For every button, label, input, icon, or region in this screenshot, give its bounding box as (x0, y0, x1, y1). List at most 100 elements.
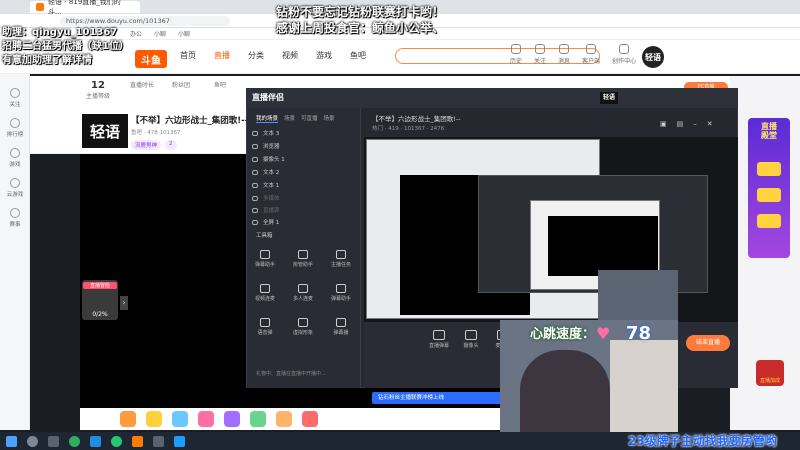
gift-icon[interactable] (198, 411, 214, 427)
browser-tab[interactable]: 轻语 - 819直播_我们的斗... (30, 0, 140, 16)
windows-start-icon[interactable] (6, 435, 17, 447)
live-bonus-badge[interactable]: 直播加成 (756, 360, 784, 386)
tool-button[interactable]: 弹幕播 (324, 318, 358, 336)
settings-icon[interactable]: ▤ (677, 120, 684, 128)
nav-home[interactable]: 首页 (180, 50, 196, 61)
client-button[interactable]: 客户端 (582, 44, 600, 65)
chevron-right-icon[interactable]: › (120, 296, 128, 310)
layer-item[interactable]: 直播源 (252, 206, 280, 214)
lock-icon[interactable]: ▣ (660, 120, 667, 128)
sidebar-item-game[interactable]: 游戏 (0, 148, 30, 168)
eye-icon[interactable] (252, 219, 258, 225)
tool-button[interactable]: 视频连麦 (248, 284, 282, 302)
room-tag[interactable]: 2 (165, 140, 177, 150)
tab-scene-2[interactable]: 场景 (324, 114, 335, 123)
url-field[interactable]: https://www.douyu.com/101367 (60, 15, 230, 26)
minimize-icon[interactable]: – (693, 120, 697, 128)
gift-icon[interactable] (250, 411, 266, 427)
close-icon[interactable]: ✕ (707, 120, 713, 128)
layer-item[interactable]: 文本 3 (252, 129, 279, 137)
gift-icon[interactable] (146, 411, 162, 427)
tab-live[interactable]: 可直播 (301, 114, 318, 123)
tab-my-scene[interactable]: 我的场景 (256, 114, 279, 123)
clock-icon (511, 44, 521, 54)
layer-item[interactable]: 多媒体 (252, 194, 280, 202)
heart-icon (10, 88, 20, 98)
eye-icon[interactable] (252, 130, 258, 136)
tool-icon (260, 318, 270, 327)
companion-room-meta: 热门 · 419 · 101367 · 2476 (372, 126, 445, 132)
overlay-left-text: 助理：qingyu_101367 招聘二台猛男代播（缺1位） 有意加助理了解详情 (2, 27, 129, 66)
tool-button[interactable]: 虚拟形象 (286, 318, 320, 336)
tool-icon (298, 284, 308, 293)
task-view-icon[interactable] (48, 435, 59, 447)
room-tag[interactable]: 流鹿男神 (131, 140, 162, 150)
streamer-thumbnail[interactable]: 轻语 (82, 114, 128, 148)
edit-icon (619, 44, 630, 54)
nav-game[interactable]: 游戏 (316, 50, 332, 61)
eye-icon[interactable] (252, 143, 258, 149)
nav-yuba[interactable]: 鱼吧 (350, 50, 366, 61)
tool-button[interactable]: 主播任务 (324, 250, 358, 268)
eye-icon[interactable] (252, 182, 258, 188)
companion-room-title: 【不举】六边形战士_集团歌!-- (372, 115, 461, 123)
gift-activity-box[interactable]: 直播冒险 0/2% (82, 280, 118, 320)
layer-item[interactable]: 文本 1 (252, 181, 279, 189)
history-button[interactable]: 历史 (510, 44, 522, 65)
tab-scene[interactable]: 场景 (284, 114, 295, 123)
promo-card[interactable]: 直播 殿堂 (748, 118, 790, 258)
nav-video[interactable]: 视频 (282, 50, 298, 61)
tool-icon (260, 250, 270, 259)
layer-item[interactable]: 摄像头 1 (252, 155, 285, 163)
douyu-logo[interactable]: 斗鱼 (135, 50, 167, 68)
sidebar-item-cloud[interactable]: 云游戏 (0, 178, 30, 198)
gift-icon[interactable] (120, 411, 136, 427)
message-button[interactable]: 消息 (558, 44, 570, 65)
sidebar-item-rank[interactable]: 排行榜 (0, 118, 30, 138)
room-tags: 流鹿男神 2 (131, 140, 177, 150)
bookmark-item[interactable]: 办公 (130, 29, 142, 38)
user-avatar[interactable]: 轻语 (642, 46, 664, 68)
eye-icon[interactable] (252, 156, 258, 162)
douyu-icon[interactable] (132, 435, 143, 447)
search-icon[interactable] (27, 435, 38, 447)
danmaku-button[interactable]: 直播弹幕 (424, 330, 454, 349)
camera-button[interactable]: 摄像头 (456, 330, 486, 349)
stat-duration: 直播时长 (130, 82, 155, 89)
tool-button[interactable]: 房管助手 (286, 250, 320, 268)
bookmark-item[interactable]: 小聊 (154, 29, 166, 38)
eye-icon[interactable] (252, 207, 258, 213)
browser-icon[interactable] (69, 435, 80, 447)
steam-icon[interactable] (174, 435, 185, 447)
gift-icon[interactable] (276, 411, 292, 427)
tool-button[interactable]: 语音弹 (248, 318, 282, 336)
app-icon[interactable] (90, 435, 101, 447)
wechat-icon[interactable] (111, 435, 122, 447)
gift-icon[interactable] (302, 411, 318, 427)
trophy-icon (757, 214, 781, 228)
sidebar-item-follow[interactable]: 关注 (0, 88, 30, 108)
bookmark-item[interactable]: 小聊 (178, 29, 190, 38)
layer-item[interactable]: 全屏 1 (252, 218, 279, 226)
tool-button[interactable]: 弹幕助手 (324, 284, 358, 302)
league-banner[interactable]: 钻石粉丝主播联赛冲榜上线 (372, 392, 502, 404)
nav-live[interactable]: 直播 (214, 50, 230, 61)
tool-button[interactable]: 多人连麦 (286, 284, 320, 302)
layer-item[interactable]: 浏览器 (252, 142, 280, 150)
app-icon[interactable] (153, 435, 164, 447)
layer-item[interactable]: 文本 2 (252, 168, 279, 176)
companion-avatar[interactable]: 轻语 (600, 92, 618, 104)
gift-icon[interactable] (172, 411, 188, 427)
gift-icon[interactable] (224, 411, 240, 427)
nav-category[interactable]: 分类 (248, 50, 264, 61)
stop-live-button[interactable]: 结束直播 (686, 335, 730, 351)
nested-video-capture-2 (548, 216, 658, 276)
follow-button[interactable]: 关注 (534, 44, 546, 65)
gift-activity-value: 0/2% (92, 311, 108, 318)
eye-icon[interactable] (252, 169, 258, 175)
eye-icon[interactable] (252, 195, 258, 201)
chat-icon (433, 330, 445, 340)
tool-button[interactable]: 弹幕助手 (248, 250, 282, 268)
sidebar-item-match[interactable]: 赛事 (0, 208, 30, 228)
creator-button[interactable]: 创作中心 (612, 44, 636, 65)
